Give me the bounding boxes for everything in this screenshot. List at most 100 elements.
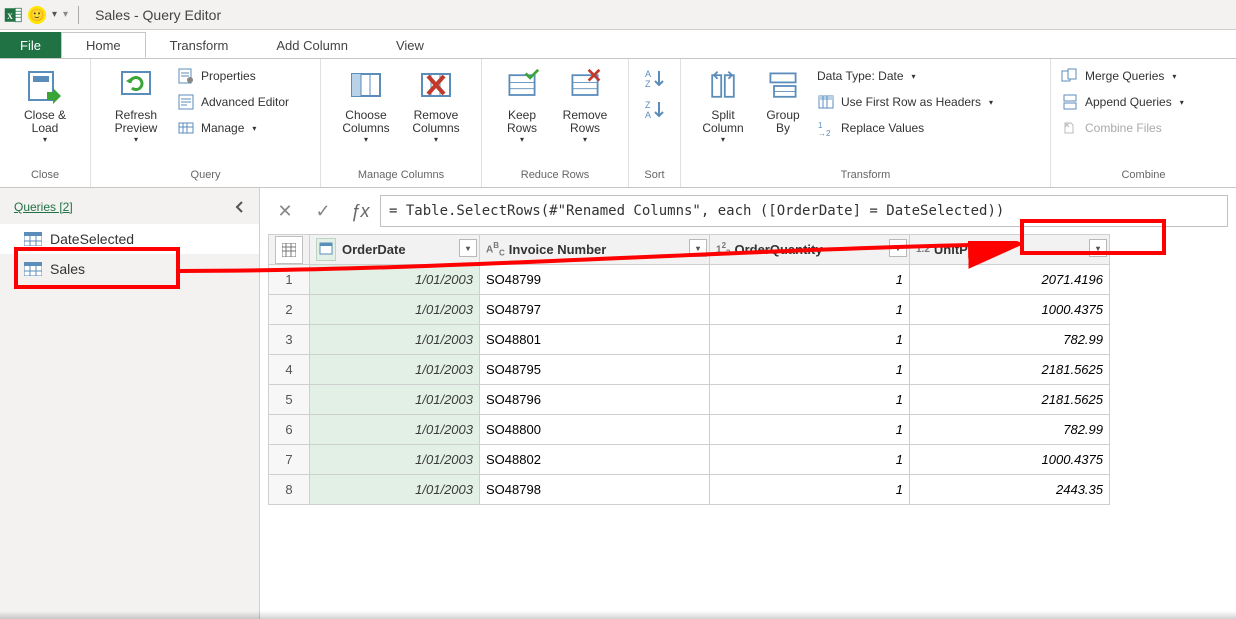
cell-price[interactable]: 2443.35 [910,475,1110,505]
query-item-sales[interactable]: Sales [0,254,259,284]
content-area: Queries [2] DateSelected Sales ✕ ✓ ƒx = … [0,188,1236,619]
data-type-button[interactable]: Data Type: Date▾ [817,63,993,89]
smiley-dropdown[interactable]: ▾ [52,9,57,20]
sort-ascending-button[interactable]: A Z [643,67,667,94]
cell-invoice[interactable]: SO48798 [480,475,710,505]
cell-qty[interactable]: 1 [710,415,910,445]
row-number[interactable]: 2 [269,295,310,325]
filter-invoice[interactable]: ▾ [689,239,707,257]
table-row[interactable]: 81/01/2003SO4879812443.35 [269,475,1110,505]
cell-invoice[interactable]: SO48797 [480,295,710,325]
cell-invoice[interactable]: SO48802 [480,445,710,475]
cell-price[interactable]: 2181.5625 [910,385,1110,415]
cell-qty[interactable]: 1 [710,265,910,295]
ribbon: Close & Load ▾ Close Refresh Preview ▾ [0,58,1236,188]
row-number[interactable]: 6 [269,415,310,445]
tab-file[interactable]: File [0,32,61,58]
tab-add-column[interactable]: Add Column [252,32,372,58]
corner-cell[interactable] [269,235,310,265]
cell-qty[interactable]: 1 [710,325,910,355]
row-number[interactable]: 3 [269,325,310,355]
cell-orderdate[interactable]: 1/01/2003 [310,265,480,295]
table-icon [24,232,42,246]
group-sort: A Z Z A Sort [629,59,681,187]
cell-orderdate[interactable]: 1/01/2003 [310,355,480,385]
advanced-editor-button[interactable]: Advanced Editor [177,89,289,115]
manage-button[interactable]: Manage▾ [177,115,289,141]
group-combine: Merge Queries▾ Append Queries▾ Combine F… [1051,59,1236,187]
header-orderdate[interactable]: OrderDate ▾ [310,235,480,265]
queries-header[interactable]: Queries [2] [0,196,259,224]
tab-home[interactable]: Home [61,32,146,58]
cell-invoice[interactable]: SO48799 [480,265,710,295]
cell-price[interactable]: 782.99 [910,415,1110,445]
table-row[interactable]: 61/01/2003SO488001782.99 [269,415,1110,445]
cell-orderdate[interactable]: 1/01/2003 [310,295,480,325]
cell-price[interactable]: 2071.4196 [910,265,1110,295]
row-number[interactable]: 7 [269,445,310,475]
group-by-button[interactable]: Group By [755,63,811,137]
table-row[interactable]: 71/01/2003SO4880211000.4375 [269,445,1110,475]
append-queries-button[interactable]: Append Queries▾ [1061,89,1184,115]
cell-qty[interactable]: 1 [710,295,910,325]
replace-values-button[interactable]: 1→2 Replace Values [817,115,993,141]
cell-orderdate[interactable]: 1/01/2003 [310,325,480,355]
cell-invoice[interactable]: SO48800 [480,415,710,445]
header-unitprice[interactable]: 1.2 UnitPrice ▾ [910,235,1110,265]
table-row[interactable]: 41/01/2003SO4879512181.5625 [269,355,1110,385]
cell-invoice[interactable]: SO48795 [480,355,710,385]
formula-cancel-button[interactable]: ✕ [268,194,302,228]
cell-invoice[interactable]: SO48796 [480,385,710,415]
table-row[interactable]: 11/01/2003SO4879912071.4196 [269,265,1110,295]
row-number[interactable]: 8 [269,475,310,505]
filter-price[interactable]: ▾ [1089,239,1107,257]
properties-button[interactable]: Properties [177,63,289,89]
cell-qty[interactable]: 1 [710,445,910,475]
table-row[interactable]: 31/01/2003SO488011782.99 [269,325,1110,355]
keep-rows-button[interactable]: Keep Rows ▾ [492,63,552,146]
header-orderquantity[interactable]: 123 OrderQuantity ▾ [710,235,910,265]
first-row-headers-button[interactable]: Use First Row as Headers▾ [817,89,993,115]
row-number[interactable]: 1 [269,265,310,295]
refresh-preview-button[interactable]: Refresh Preview ▾ [101,63,171,146]
cell-orderdate[interactable]: 1/01/2003 [310,415,480,445]
tab-view[interactable]: View [372,32,448,58]
tab-transform[interactable]: Transform [146,32,253,58]
svg-text:Z: Z [645,79,651,89]
split-column-button[interactable]: Split Column ▾ [691,63,755,146]
decimal-type-icon: 1.2 [916,244,930,255]
table-row[interactable]: 51/01/2003SO4879612181.5625 [269,385,1110,415]
cell-orderdate[interactable]: 1/01/2003 [310,445,480,475]
cell-qty[interactable]: 1 [710,385,910,415]
group-manage-columns: Choose Columns ▾ Remove Columns ▾ Manage… [321,59,482,187]
filter-orderdate[interactable]: ▾ [459,239,477,257]
filter-qty[interactable]: ▾ [889,239,907,257]
cell-price[interactable]: 2181.5625 [910,355,1110,385]
formula-accept-button[interactable]: ✓ [306,194,340,228]
row-number[interactable]: 5 [269,385,310,415]
queries-pane: Queries [2] DateSelected Sales [0,188,260,619]
cell-qty[interactable]: 1 [710,355,910,385]
choose-columns-button[interactable]: Choose Columns ▾ [331,63,401,146]
remove-rows-button[interactable]: Remove Rows ▾ [552,63,618,146]
cell-orderdate[interactable]: 1/01/2003 [310,475,480,505]
collapse-pane-icon[interactable] [229,196,251,218]
cell-price[interactable]: 782.99 [910,325,1110,355]
cell-invoice[interactable]: SO48801 [480,325,710,355]
table-row[interactable]: 21/01/2003SO4879711000.4375 [269,295,1110,325]
cell-price[interactable]: 1000.4375 [910,445,1110,475]
formula-input[interactable]: = Table.SelectRows(#"Renamed Columns", e… [380,195,1228,227]
cell-price[interactable]: 1000.4375 [910,295,1110,325]
header-invoice[interactable]: ABC Invoice Number ▾ [480,235,710,265]
remove-columns-button[interactable]: Remove Columns ▾ [401,63,471,146]
qat-overflow[interactable]: ▾ [63,9,68,20]
query-item-dateselected[interactable]: DateSelected [0,224,259,254]
cell-orderdate[interactable]: 1/01/2003 [310,385,480,415]
smiley-icon[interactable]: 🙂 [28,6,46,24]
cell-qty[interactable]: 1 [710,475,910,505]
fx-icon[interactable]: ƒx [344,201,376,222]
sort-descending-button[interactable]: Z A [643,98,667,125]
row-number[interactable]: 4 [269,355,310,385]
merge-queries-button[interactable]: Merge Queries▾ [1061,63,1184,89]
close-load-button[interactable]: Close & Load ▾ [10,63,80,146]
